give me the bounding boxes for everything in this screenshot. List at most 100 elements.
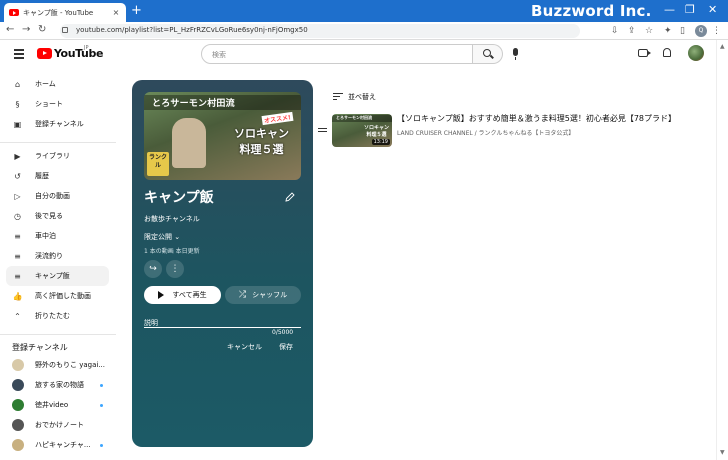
thumbnail-title: とろサーモン村田流	[152, 99, 235, 109]
microphone-icon[interactable]	[513, 48, 518, 60]
youtube-favicon-icon	[9, 9, 19, 16]
sort-button[interactable]: 並べ替え	[333, 92, 376, 102]
address-bar-row: ← → ↻ youtube.com/playlist?list=PL_HzFrR…	[0, 22, 728, 40]
youtube-logo-icon[interactable]	[37, 48, 52, 59]
install-icon[interactable]: ⇩	[611, 26, 619, 36]
sidebar-subscription-item[interactable]: 徳井video	[6, 395, 109, 415]
my-videos-icon: ▷	[14, 191, 21, 201]
reload-icon[interactable]: ↻	[38, 24, 46, 35]
video-duration: 13:19	[371, 139, 390, 145]
youtube-header: YouTube JP 検索	[0, 40, 728, 70]
playlist-owner[interactable]: お散歩チャンネル	[144, 214, 200, 224]
sort-icon	[333, 92, 343, 102]
description-input[interactable]	[144, 327, 301, 328]
tab-close-button[interactable]: ×	[111, 8, 121, 17]
sidebar-item-my-videos[interactable]: ▷ 自分の動画	[6, 186, 109, 206]
account-avatar[interactable]	[688, 45, 704, 61]
page-scrollbar[interactable]: ▲ ▼	[716, 40, 728, 460]
share-icon[interactable]: ⇪	[628, 26, 636, 36]
shorts-icon: §	[15, 99, 20, 109]
scroll-down-arrow-icon[interactable]: ▼	[720, 449, 725, 456]
drag-handle-icon[interactable]	[318, 128, 327, 134]
browser-profile-avatar[interactable]: Q	[695, 25, 707, 37]
search-input[interactable]: 検索	[201, 44, 473, 64]
browser-menu-icon[interactable]: ⋮	[712, 26, 721, 36]
chevron-up-icon: ⌃	[14, 311, 21, 321]
sidebar-item-library[interactable]: ▶ ライブラリ	[6, 146, 109, 166]
new-tab-button[interactable]: +	[131, 4, 142, 18]
sidebar-subscription-item[interactable]: 旅する家の物語	[6, 375, 109, 395]
sidebar-subscription-item[interactable]: 野外のもりこ yagai...	[6, 355, 109, 375]
chevron-down-icon: ⌄	[174, 233, 181, 241]
close-window-button[interactable]: ✕	[708, 3, 717, 16]
cancel-button[interactable]: キャンセル	[227, 342, 262, 352]
sidebar-item-collapse[interactable]: ⌃ 折りたたむ	[6, 306, 109, 326]
video-channel[interactable]: LAND CRUISER CHANNEL / ランクルちゃんねる【トヨタ公式】	[397, 128, 574, 137]
library-icon: ▶	[14, 151, 21, 161]
sort-label: 並べ替え	[348, 93, 376, 101]
extensions-icon[interactable]: ✦	[664, 26, 672, 36]
playlist-title: キャンプ飯	[144, 190, 214, 206]
sidebar-item-liked-videos[interactable]: 👍 高く評価した動画	[6, 286, 109, 306]
thumbnail-person-figure	[172, 118, 206, 168]
thumbnail-caption: ソロキャン 料理５選	[234, 127, 289, 156]
sidebar-item-playlist-car-camping[interactable]: ≡ 車中泊	[6, 226, 109, 246]
video-thumbnail-caption: ソロキャン 料理５選	[364, 125, 390, 138]
sidebar-item-home[interactable]: ⌂ ホーム	[6, 74, 109, 94]
side-panel-icon[interactable]: ▯	[680, 26, 685, 36]
search-icon	[483, 49, 491, 57]
video-title[interactable]: 【ソロキャンプ飯】おすすめ簡単＆激うま料理5選！初心者必見【78プラド】	[397, 113, 687, 124]
sidebar-item-shorts[interactable]: § ショート	[6, 94, 109, 114]
save-button[interactable]: 保存	[279, 342, 293, 352]
url-field[interactable]: youtube.com/playlist?list=PL_HzFrRZCvLGo…	[60, 24, 580, 38]
sidebar-subscription-item[interactable]: ハピキャンチャ...	[6, 435, 109, 455]
video-thumbnail[interactable]: とろサーモン村田流 ソロキャン 料理５選 13:19	[332, 114, 392, 147]
menu-hamburger-icon[interactable]	[14, 49, 24, 61]
more-options-button[interactable]: ⋮	[166, 260, 184, 278]
minimize-button[interactable]: —	[664, 3, 675, 16]
description-char-count: 0/5000	[272, 329, 294, 336]
edit-pencil-icon[interactable]	[285, 192, 295, 202]
sidebar-item-playlist-fishing[interactable]: ≡ 渓流釣り	[6, 246, 109, 266]
sidebar-subscription-item[interactable]: おでかけノート	[6, 415, 109, 435]
tab-title: キャンプ飯 - YouTube	[23, 8, 94, 17]
sidebar: ⌂ ホーム § ショート ▣ 登録チャンネル ▶ ライブラリ ↺ 履歴 ▷ 自分…	[0, 72, 116, 460]
play-all-button[interactable]: すべて再生	[144, 286, 221, 304]
sidebar-divider	[0, 142, 116, 143]
region-code: JP	[84, 45, 89, 51]
create-video-icon[interactable]	[638, 49, 651, 57]
new-content-dot	[100, 403, 103, 407]
home-icon: ⌂	[14, 79, 21, 89]
channel-avatar	[12, 439, 24, 451]
youtube-logo-text[interactable]: YouTube	[54, 47, 103, 60]
play-icon	[158, 291, 165, 299]
sidebar-item-playlist-camp-food[interactable]: ≡ キャンプ飯	[6, 266, 109, 286]
lock-icon[interactable]	[62, 27, 68, 33]
sidebar-item-history[interactable]: ↺ 履歴	[6, 166, 109, 186]
playlist-thumbnail[interactable]: とろサーモン村田流 オススメ! ソロキャン 料理５選 ランクル	[144, 92, 301, 180]
privacy-dropdown[interactable]: 限定公開 ⌄	[144, 232, 180, 242]
browser-tab-bar: キャンプ飯 - YouTube × + Buzzword Inc. — ❐ ✕	[0, 0, 728, 22]
new-content-dot	[100, 443, 103, 447]
maximize-button[interactable]: ❐	[685, 3, 695, 16]
subscriptions-icon: ▣	[13, 119, 22, 129]
search-button[interactable]	[473, 44, 503, 64]
play-all-label: すべて再生	[172, 291, 207, 299]
forward-arrow-icon[interactable]: →	[22, 24, 30, 35]
scroll-up-arrow-icon[interactable]: ▲	[720, 43, 725, 50]
subscriptions-heading: 登録チャンネル	[12, 343, 68, 352]
thumbnail-tag: オススメ!	[261, 111, 294, 126]
share-button[interactable]: ↪	[144, 260, 162, 278]
watch-later-icon: ◷	[14, 211, 21, 221]
back-arrow-icon[interactable]: ←	[6, 24, 14, 35]
bookmark-star-icon[interactable]: ☆	[645, 26, 653, 36]
browser-tab[interactable]: キャンプ飯 - YouTube ×	[4, 3, 126, 22]
sidebar-item-subscriptions[interactable]: ▣ 登録チャンネル	[6, 114, 109, 134]
playlist-icon: ≡	[14, 251, 21, 261]
sidebar-item-watch-later[interactable]: ◷ 後で見る	[6, 206, 109, 226]
playlist-icon: ≡	[14, 271, 21, 281]
notifications-bell-icon[interactable]	[663, 48, 671, 57]
thumbnail-logo: ランクル	[147, 152, 169, 176]
shuffle-button[interactable]: ⤮ シャッフル	[225, 286, 301, 304]
shuffle-icon: ⤮	[238, 290, 247, 300]
